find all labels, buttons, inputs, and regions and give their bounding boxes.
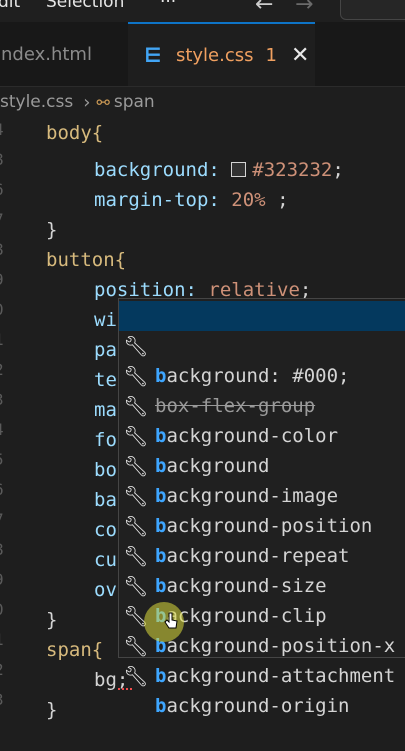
tab-label: index.html bbox=[0, 43, 92, 65]
hand-pointer-icon bbox=[164, 612, 178, 629]
line-number-gutter: 4 8 6 7 8 9 0 1 2 3 4 5 6 7 8 9 0 1 2 3 bbox=[0, 118, 30, 720]
code-line: button{ bbox=[46, 249, 127, 271]
line-number: 3 bbox=[0, 390, 4, 409]
line-number: 9 bbox=[0, 570, 4, 589]
tab-label: style.css bbox=[175, 44, 254, 66]
tab-index-html[interactable]: index.html bbox=[0, 22, 92, 86]
code-line-partial: ma bbox=[94, 399, 117, 421]
color-swatch-icon[interactable] bbox=[231, 162, 247, 177]
css-file-icon: ⋿ bbox=[144, 43, 162, 67]
suggestion-item[interactable]: 🔧︎ background-color bbox=[119, 361, 405, 447]
line-number: 6 bbox=[0, 180, 4, 199]
code-line: span{ bbox=[46, 639, 104, 661]
code-line-partial: fo bbox=[94, 429, 117, 451]
breadcrumb-symbol[interactable]: span bbox=[114, 92, 155, 112]
breadcrumb: style.css › ⚯ span bbox=[0, 88, 155, 116]
suggestion-item[interactable]: 🔧︎ background: #000; bbox=[119, 301, 405, 387]
line-number: 3 bbox=[0, 690, 4, 709]
line-number: 0 bbox=[0, 600, 4, 619]
line-number: 4 bbox=[0, 420, 4, 439]
line-number: 4 bbox=[0, 120, 4, 139]
code-line: margin-top: 20% ; bbox=[94, 189, 289, 211]
code-line-partial: pa bbox=[94, 339, 117, 361]
close-icon[interactable]: ✕ bbox=[291, 43, 309, 68]
menu-bar: dit Selection ··· ← → bbox=[0, 0, 405, 22]
line-number: 1 bbox=[0, 330, 4, 349]
line-number: 7 bbox=[0, 210, 4, 229]
suggestion-item[interactable]: 🔧︎ background-repeat bbox=[119, 481, 405, 567]
suggestion-item[interactable]: 🔧︎ box-flex-group bbox=[119, 331, 405, 417]
code-line-partial: cu bbox=[94, 549, 117, 571]
suggestion-item[interactable]: 🔧︎ background bbox=[119, 391, 405, 477]
line-number: 8 bbox=[0, 540, 4, 559]
arrow-left-icon[interactable]: ← bbox=[255, 0, 273, 17]
wrench-icon: 🔧︎ bbox=[123, 664, 149, 688]
menu-more[interactable]: ··· bbox=[160, 0, 176, 12]
tab-style-css[interactable]: ⋿ style.css 1 ✕ bbox=[128, 22, 315, 86]
line-number: 5 bbox=[0, 450, 4, 469]
suggestion-item[interactable]: 🔧︎ background-size bbox=[119, 511, 405, 597]
code-line-partial: bo bbox=[94, 459, 117, 481]
code-line: } bbox=[46, 609, 58, 631]
problem-count-badge: 1 bbox=[265, 44, 277, 66]
suggestion-item[interactable]: 🔧︎ background-position-x bbox=[119, 571, 405, 657]
line-number: 0 bbox=[0, 300, 4, 319]
chevron-right-icon: › bbox=[83, 91, 91, 113]
line-number: 2 bbox=[0, 360, 4, 379]
line-number: 6 bbox=[0, 480, 4, 499]
code-line-partial: ov bbox=[94, 579, 117, 601]
code-line: } bbox=[46, 219, 58, 241]
menu-edit[interactable]: dit bbox=[0, 0, 20, 12]
code-line: body{ bbox=[46, 122, 104, 144]
command-center-search[interactable] bbox=[340, 0, 405, 20]
code-line-partial: co bbox=[94, 519, 117, 541]
arrow-right-icon[interactable]: → bbox=[295, 0, 313, 17]
suggestion-item[interactable]: 🔧︎ background-image bbox=[119, 421, 405, 507]
line-number: 9 bbox=[0, 270, 4, 289]
line-number: 8 bbox=[0, 150, 4, 169]
line-number: 7 bbox=[0, 510, 4, 529]
menu-selection[interactable]: Selection bbox=[46, 0, 124, 12]
line-number: 1 bbox=[0, 630, 4, 649]
code-line-partial: ba bbox=[94, 489, 117, 511]
line-number: 8 bbox=[0, 240, 4, 259]
editor-tab-bar: index.html ⋿ style.css 1 ✕ bbox=[0, 22, 405, 87]
code-line-partial: wi bbox=[94, 309, 117, 331]
breadcrumb-file[interactable]: style.css bbox=[0, 92, 73, 112]
line-number: 2 bbox=[0, 660, 4, 679]
code-line: background: #323232; bbox=[94, 159, 344, 181]
symbol-class-icon: ⚯ bbox=[96, 92, 110, 112]
suggestion-item[interactable]: 🔧︎ background-clip bbox=[119, 541, 405, 627]
code-line-partial: te bbox=[94, 369, 117, 391]
suggestion-item[interactable]: 🔧︎ background-position bbox=[119, 451, 405, 537]
code-line: } bbox=[46, 699, 58, 721]
